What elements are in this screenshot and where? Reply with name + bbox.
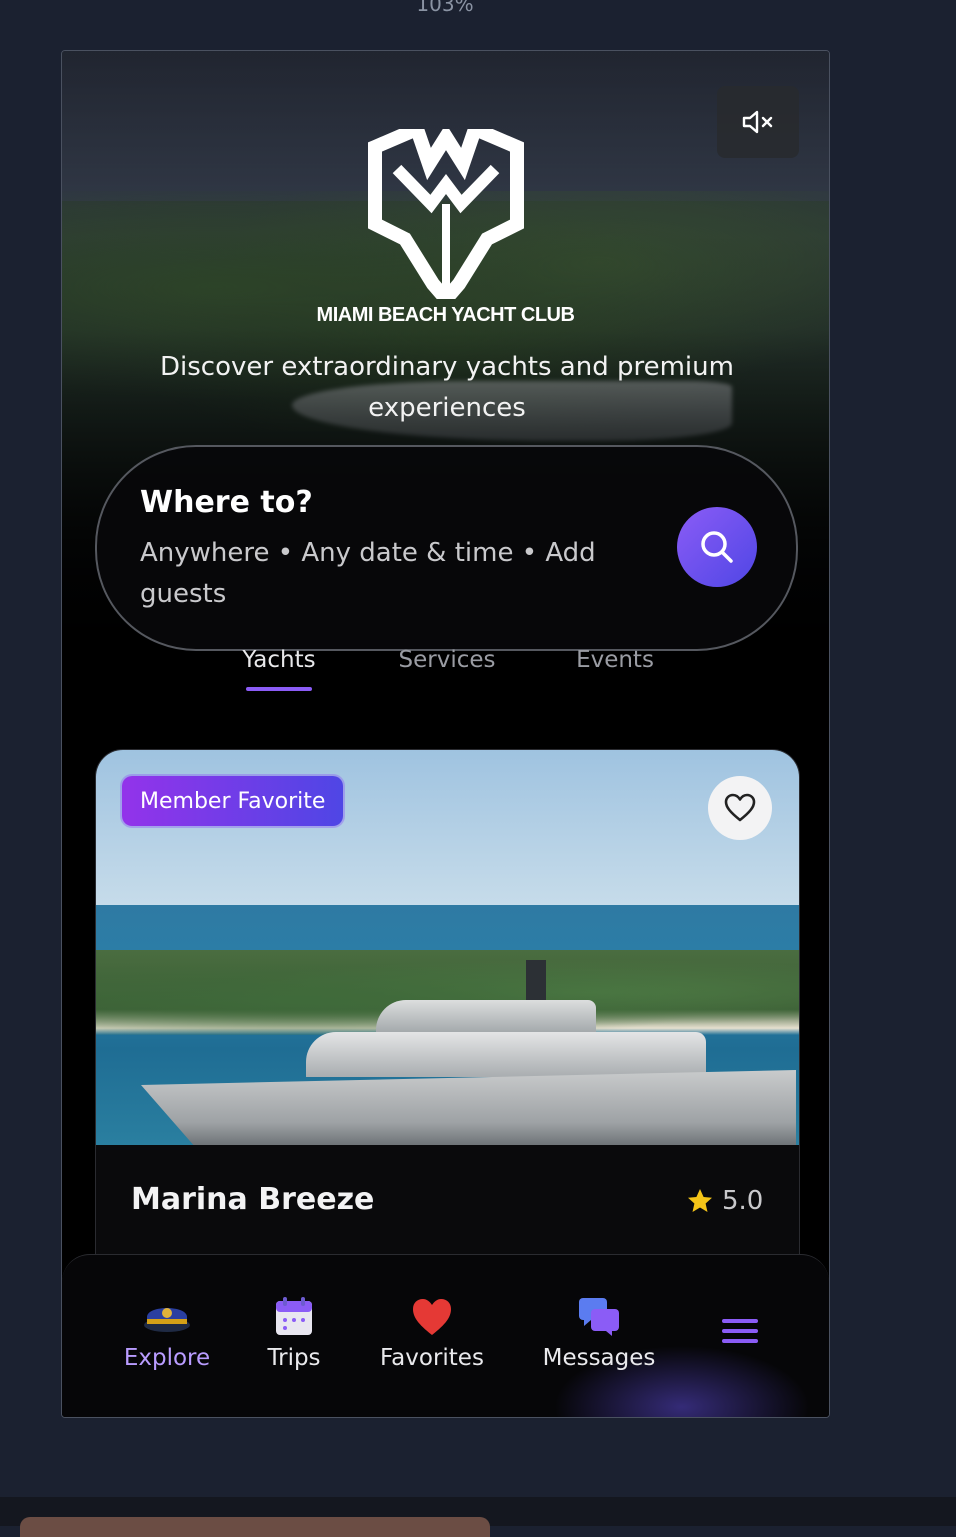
listing-rating: 5.0 (686, 1186, 763, 1216)
nav-favorites[interactable]: Favorites (372, 1295, 492, 1371)
tab-yachts[interactable]: Yachts (204, 647, 354, 673)
taskbar-strip (0, 1497, 956, 1537)
search-subtitle: Anywhere • Any date & time • Add guests (140, 538, 596, 609)
search-icon (701, 531, 733, 563)
search-button[interactable] (677, 507, 757, 587)
member-favorite-badge: Member Favorite (122, 776, 344, 826)
nav-trips[interactable]: Trips (257, 1295, 331, 1371)
nav-favorites-label: Favorites (380, 1345, 484, 1371)
heart-icon (413, 1299, 451, 1335)
tab-events[interactable]: Events (540, 647, 690, 673)
heart-outline-icon (724, 793, 756, 822)
hero-tagline: Discover extraordinary yachts and premiu… (160, 352, 734, 423)
nav-explore-label: Explore (123, 1345, 211, 1371)
nav-explore[interactable]: Explore (119, 1295, 215, 1371)
search-title: Where to? (140, 485, 313, 520)
club-logo (368, 129, 524, 299)
app-viewport: MIAMI BEACH YACHT CLUB Discover extraord… (61, 50, 830, 1418)
taskbar-tab[interactable] (20, 1517, 490, 1537)
nav-menu[interactable] (714, 1313, 764, 1355)
brand-name: MIAMI BEACH YACHT CLUB (316, 304, 575, 326)
mute-button[interactable] (717, 86, 799, 158)
star-icon (688, 1189, 712, 1212)
chat-bubbles-icon (579, 1298, 619, 1336)
bottom-navigation: Explore Trips Favorites Messages (62, 1254, 829, 1417)
listing-photo[interactable]: Member Favorite (96, 750, 799, 1145)
search-bar[interactable]: Where to? Anywhere • Any date & time • A… (95, 445, 798, 651)
nav-trips-label: Trips (267, 1345, 321, 1371)
speaker-muted-icon (742, 110, 773, 134)
captain-hat-icon (144, 1308, 190, 1332)
tab-services[interactable]: Services (372, 647, 522, 673)
active-tab-indicator (246, 687, 312, 691)
menu-icon (722, 1319, 758, 1343)
photo-yacht-deck (306, 1032, 706, 1077)
listing-name: Marina Breeze (131, 1182, 375, 1217)
calendar-icon (276, 1297, 312, 1335)
nav-messages[interactable]: Messages (534, 1295, 664, 1371)
zoom-level: 103% (416, 0, 474, 16)
rating-value: 5.0 (722, 1186, 764, 1216)
nav-messages-label: Messages (542, 1345, 656, 1371)
category-tabs: Yachts Services Events (62, 647, 829, 697)
favorite-button[interactable] (708, 776, 772, 840)
